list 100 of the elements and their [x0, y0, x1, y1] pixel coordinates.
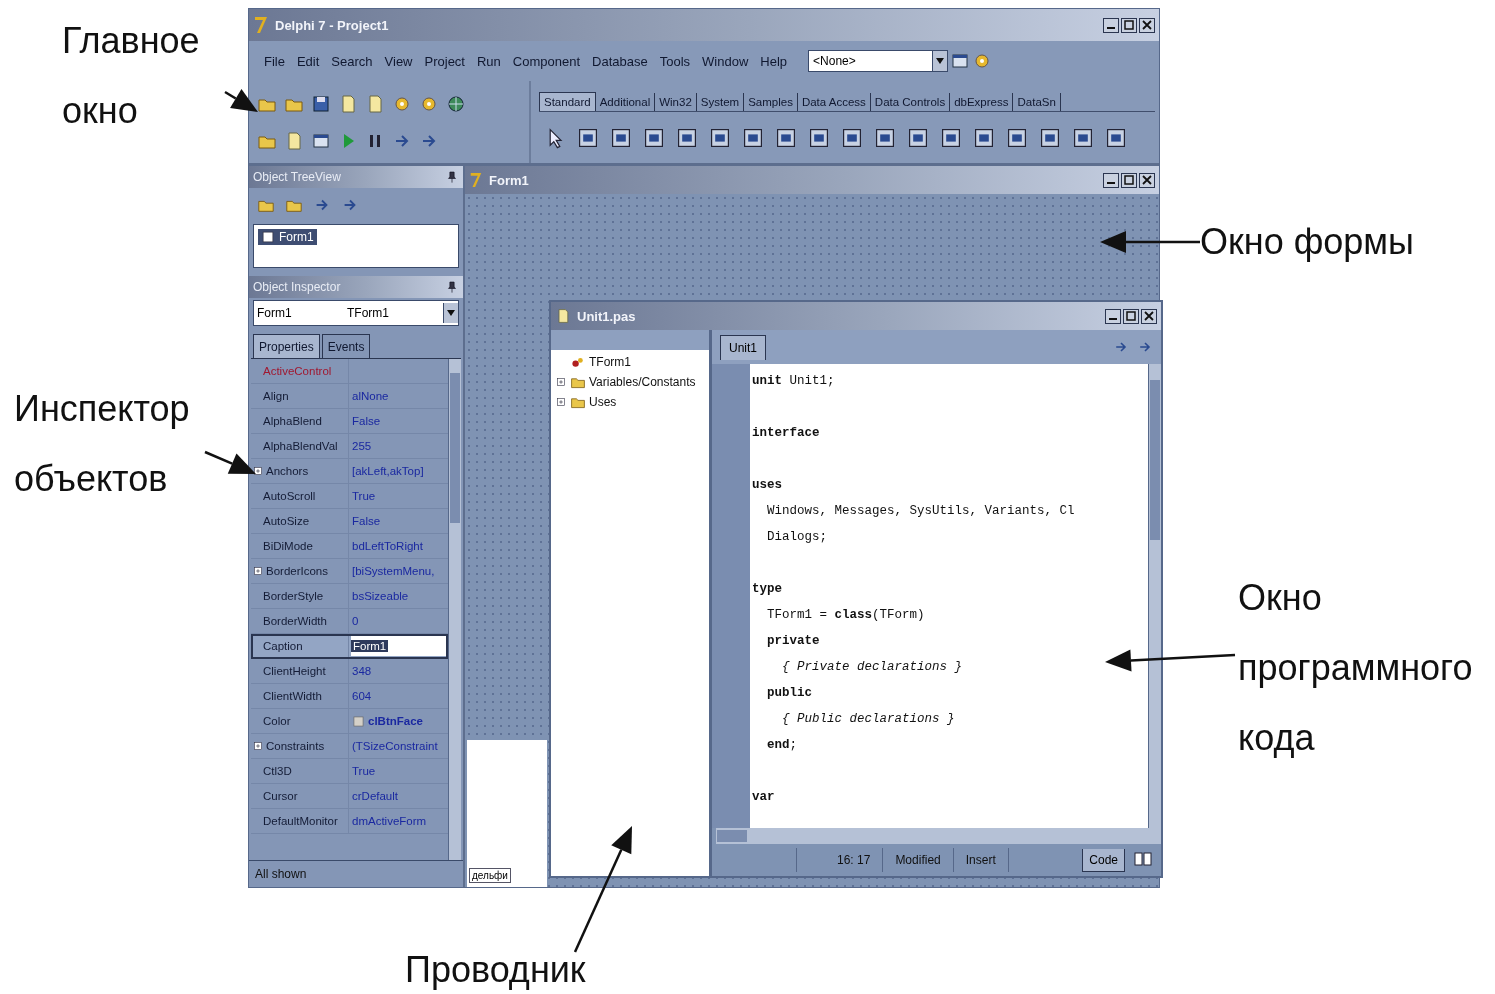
palette-tab[interactable]: dbExpress — [950, 93, 1014, 111]
property-row[interactable]: BorderIcons [biSystemMenu, — [251, 559, 448, 584]
scrollbar[interactable] — [1148, 364, 1161, 828]
menu-item[interactable]: Tools — [654, 51, 696, 71]
maximize-button[interactable] — [1121, 17, 1137, 33]
palette-tab[interactable]: Additional — [595, 93, 656, 111]
globe-icon[interactable] — [446, 93, 466, 114]
minimize-button[interactable] — [1103, 172, 1119, 188]
palette-tab[interactable]: Data Controls — [870, 93, 951, 111]
menu-item[interactable]: Edit — [291, 51, 325, 71]
arrow-drawing — [224, 89, 258, 112]
menu-item[interactable]: Project — [419, 51, 470, 71]
menu-item[interactable]: Window — [697, 51, 754, 71]
palette-tab[interactable]: Win32 — [655, 93, 697, 111]
maximize-button[interactable] — [1123, 308, 1139, 324]
palette-tab[interactable]: Data Access — [797, 93, 871, 111]
menu-item[interactable]: View — [379, 51, 418, 71]
property-row[interactable]: Color clBtnFace — [251, 709, 448, 734]
pin-icon[interactable] — [445, 280, 459, 294]
scrollbar[interactable] — [448, 359, 461, 860]
close-icon — [1142, 175, 1152, 185]
property-value: False — [351, 414, 382, 429]
editor-tab[interactable]: Unit1 — [720, 334, 766, 360]
tree-item[interactable]: Form1 — [258, 229, 317, 245]
object-combo[interactable]: Form1 TForm1 — [253, 300, 459, 326]
color-swatch-icon — [352, 714, 365, 728]
explorer-item[interactable]: Variables/Constants — [555, 374, 705, 390]
menu-item[interactable]: File — [259, 51, 290, 71]
logo-icon — [253, 15, 269, 35]
code-line: Windows, Messages, SysUtils, Variants, Cl — [766, 503, 1076, 520]
property-name: Cursor — [251, 784, 349, 808]
logo-icon — [469, 171, 483, 189]
property-row[interactable]: Constraints (TSizeConstraint — [251, 734, 448, 759]
page-icon[interactable] — [555, 308, 571, 324]
palette-tab[interactable]: System — [696, 93, 745, 111]
property-name: ClientWidth — [251, 684, 349, 708]
explorer-item[interactable]: TForm1 — [555, 354, 705, 370]
close-button[interactable] — [1139, 172, 1155, 188]
pin-icon[interactable] — [445, 170, 459, 184]
property-value: crDefault — [351, 789, 400, 804]
code-line: end; — [766, 737, 799, 754]
inspector-tab[interactable]: Properties — [253, 334, 320, 358]
menu-item[interactable]: Search — [326, 51, 378, 71]
cursor-position: 16: 17 — [797, 848, 884, 872]
code-line: unit Unit1; — [752, 373, 836, 390]
close-icon — [1144, 311, 1154, 321]
palette-tab[interactable]: Standard — [539, 92, 596, 111]
property-name: BorderIcons — [251, 559, 349, 583]
callout-label: Инспектор объектов — [14, 387, 190, 501]
scrollbar[interactable] — [716, 828, 1161, 844]
property-name: Caption — [251, 634, 349, 658]
maximize-button[interactable] — [1121, 172, 1137, 188]
palette-tab[interactable]: DataSn — [1013, 93, 1061, 111]
close-button[interactable] — [1141, 308, 1157, 324]
code-line: TForm1 = class(TForm) — [766, 607, 926, 624]
code-line: private — [766, 633, 821, 650]
menu-item[interactable]: Help — [755, 51, 793, 71]
inspector-tab[interactable]: Events — [321, 334, 371, 358]
view-tab[interactable]: Code — [1082, 848, 1125, 872]
property-value: alNone — [351, 389, 390, 404]
property-value: [biSystemMenu, — [351, 564, 436, 579]
palette-tab[interactable]: Samples — [744, 93, 798, 111]
property-value: bsSizeable — [351, 589, 410, 604]
maximize-icon — [1124, 20, 1134, 30]
menu-item[interactable]: Run — [472, 51, 506, 71]
minimize-icon — [1107, 182, 1115, 184]
close-icon — [1142, 20, 1152, 30]
close-button[interactable] — [1139, 17, 1155, 33]
tree-node-icon — [261, 230, 275, 244]
property-value: 348 — [351, 664, 373, 679]
plus-box-icon — [252, 740, 264, 752]
property-value: True — [351, 489, 377, 504]
property-row[interactable]: Caption Form1 — [251, 634, 448, 659]
menu-item[interactable]: Component — [507, 51, 586, 71]
maximize-icon — [1126, 311, 1136, 321]
property-value: 0 — [351, 614, 360, 629]
property-name: BorderWidth — [251, 609, 349, 633]
code-line: interface — [752, 425, 821, 442]
callout-label: Окно программного кода — [1238, 576, 1473, 760]
property-value: [akLeft,akTop] — [351, 464, 425, 479]
explorer-item[interactable]: Uses — [555, 394, 705, 410]
code-line: public — [766, 685, 814, 702]
window-tab[interactable]: дельфи — [469, 868, 511, 883]
property-value: True — [351, 764, 377, 779]
desktop-combo[interactable]: <None> — [808, 50, 949, 72]
window-icon[interactable] — [950, 51, 971, 71]
code-line: { Private declarations } — [781, 659, 964, 676]
property-value: 604 — [351, 689, 373, 704]
code-line: uses — [752, 477, 783, 494]
callout-label: Окно формы — [1200, 220, 1414, 264]
property-value: False — [351, 514, 382, 529]
property-value-field[interactable]: Form1 — [351, 636, 446, 656]
minimize-button[interactable] — [1103, 17, 1119, 33]
property-name: Align — [251, 384, 349, 408]
callout-label: Проводник — [405, 948, 586, 992]
code-area[interactable]: unit Unit1; interface uses Windows, Messages, SysUtils, Variants, Cl Dialogs; type TForm1 = class(TForm) private { Private declarations } public { Public declarations } end; var — [750, 364, 1148, 828]
minimize-button[interactable] — [1105, 308, 1121, 324]
property-name: Color — [251, 709, 349, 733]
code-line: Dialogs; — [766, 529, 828, 546]
menu-item[interactable]: Database — [587, 51, 653, 71]
